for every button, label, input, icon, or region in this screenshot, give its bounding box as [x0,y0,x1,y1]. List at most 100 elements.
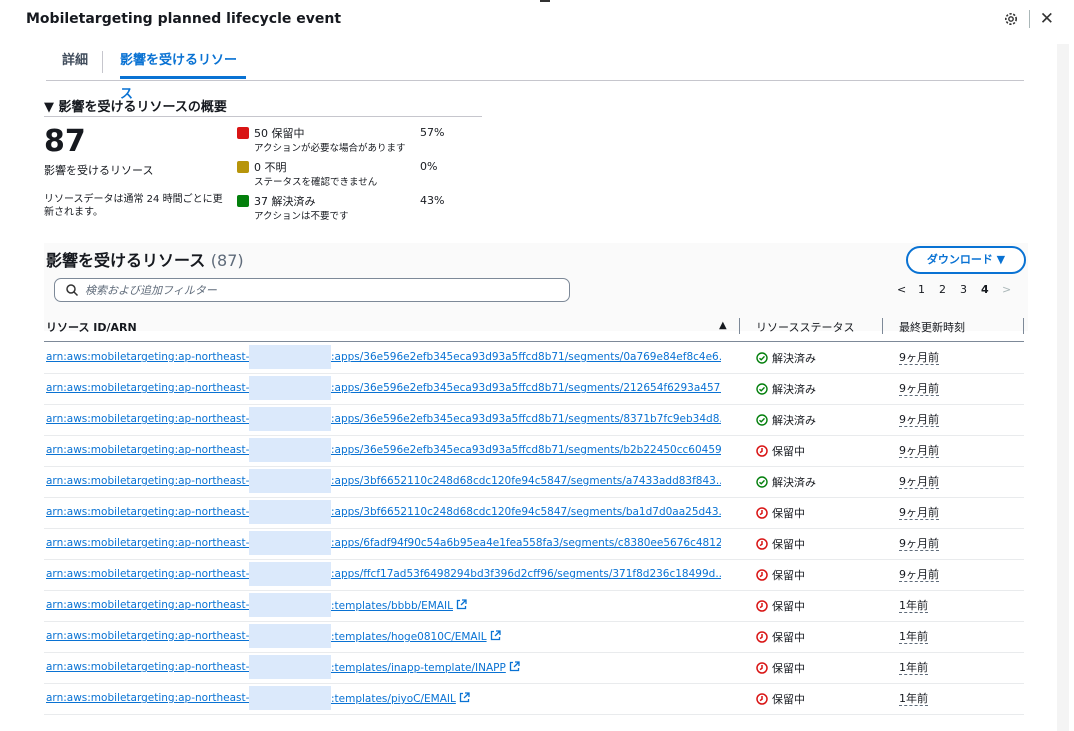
gear-icon[interactable] [1003,11,1019,27]
pagination-page-1[interactable]: 1 [918,283,939,296]
table-title: 影響を受けるリソース (87) [46,247,244,271]
resource-arn-link-suffix[interactable]: :templates/bbbb/EMAIL [331,599,721,612]
resource-arn-link-suffix[interactable]: :apps/3bf6652110c248d68cdc120fe94c5847/s… [331,506,721,518]
tab-divider [102,51,103,73]
modal-header: Mobiletargeting planned lifecycle event … [26,9,1054,31]
table-row: arn:aws:mobiletargeting:ap-northeast-1 :a… [44,342,1024,374]
stat-resolved-sub: アクションは不要です [254,211,349,222]
last-updated-time[interactable]: 9ヶ月前 [899,382,939,396]
pagination-prev-icon[interactable]: < [897,283,918,296]
external-link-icon[interactable] [509,661,520,672]
column-header-updated[interactable]: 最終更新時刻 [899,319,965,335]
resource-status: 保留中 [756,536,805,552]
summary-section-toggle[interactable]: ▼ 影響を受けるリソースの概要 [44,96,227,115]
external-link-icon[interactable] [459,692,470,703]
last-updated-time[interactable]: 9ヶ月前 [899,413,939,427]
resource-status-label: 保留中 [772,662,805,675]
resource-arn-link[interactable]: arn:aws:mobiletargeting:ap-northeast-1 [46,537,256,549]
check-circle-icon [756,352,768,364]
redacted-account-id [249,500,331,524]
last-updated-time[interactable]: 9ヶ月前 [899,444,939,458]
last-updated-time[interactable]: 9ヶ月前 [899,537,939,551]
vertical-scrollbar[interactable] [1057,44,1069,731]
search-input[interactable]: 検索および追加フィルター [54,278,570,302]
stat-unknown-label: 0 不明 [254,161,287,174]
pagination-page-2[interactable]: 2 [939,283,960,296]
pagination-page-3[interactable]: 3 [960,283,981,296]
table-row: arn:aws:mobiletargeting:ap-northeast-1 :a… [44,559,1024,591]
last-updated-time[interactable]: 1年前 [899,661,928,675]
resource-status: 保留中 [756,691,805,707]
close-icon[interactable]: ✕ [1040,11,1054,28]
window-drag-handle[interactable] [540,0,550,2]
stat-pending-label: 50 保留中 [254,127,305,140]
resource-arn-link[interactable]: arn:aws:mobiletargeting:ap-northeast-1 [46,630,256,642]
resource-arn-link[interactable]: arn:aws:mobiletargeting:ap-northeast-1 [46,661,256,673]
column-resizer[interactable] [739,318,740,334]
sort-ascending-icon[interactable]: ▲ [719,320,727,331]
resource-arn-link-suffix[interactable]: :templates/inapp-template/INAPP [331,661,721,674]
resource-arn-link-suffix[interactable]: :apps/36e596e2efb345eca93d93a5ffcd8b71/s… [331,351,721,363]
resource-arn-suffix-text: :apps/36e596e2efb345eca93d93a5ffcd8b71/s… [331,351,721,363]
resource-arn-link-suffix[interactable]: :apps/36e596e2efb345eca93d93a5ffcd8b71/s… [331,413,721,425]
tab-affected-resources[interactable]: 影響を受けるリソース [120,44,246,102]
resource-arn-link-suffix[interactable]: :apps/3bf6652110c248d68cdc120fe94c5847/s… [331,475,721,487]
resource-status-label: 保留中 [772,600,805,613]
resource-arn-link[interactable]: arn:aws:mobiletargeting:ap-northeast-1 [46,351,256,363]
download-button[interactable]: ダウンロード ▼ [906,246,1026,274]
resource-arn-link[interactable]: arn:aws:mobiletargeting:ap-northeast-1 [46,599,256,611]
table-row: arn:aws:mobiletargeting:ap-northeast-1 :t… [44,652,1024,684]
table-row: arn:aws:mobiletargeting:ap-northeast-1 :a… [44,466,1024,498]
resource-arn-link-suffix[interactable]: :templates/piyoC/EMAIL [331,692,721,705]
resource-arn-suffix-text: :apps/3bf6652110c248d68cdc120fe94c5847/s… [331,506,721,518]
last-updated-time[interactable]: 9ヶ月前 [899,351,939,365]
column-header-resource[interactable]: リソース ID/ARN [46,319,137,335]
last-updated-time[interactable]: 1年前 [899,630,928,644]
pagination-page-4[interactable]: 4 [981,283,1002,296]
redacted-account-id [249,438,331,462]
redacted-account-id [249,469,331,493]
last-updated-time[interactable]: 1年前 [899,599,928,613]
resolved-color-swatch [237,195,249,207]
resource-arn-link-suffix[interactable]: :apps/36e596e2efb345eca93d93a5ffcd8b71/s… [331,444,721,456]
stat-pending-sub: アクションが必要な場合があります [254,143,406,154]
resource-status: 保留中 [756,443,805,459]
summary-divider [44,116,482,117]
resource-arn-suffix-text: :apps/36e596e2efb345eca93d93a5ffcd8b71/s… [331,413,721,425]
column-resizer[interactable] [1023,318,1024,334]
stat-unknown-percent: 0% [420,160,438,173]
resource-arn-link[interactable]: arn:aws:mobiletargeting:ap-northeast-1 [46,506,256,518]
table-row: arn:aws:mobiletargeting:ap-northeast-1 :a… [44,404,1024,436]
resource-arn-link-suffix[interactable]: :apps/36e596e2efb345eca93d93a5ffcd8b71/s… [331,382,721,394]
external-link-icon[interactable] [456,599,467,610]
last-updated-time[interactable]: 9ヶ月前 [899,506,939,520]
pagination-next-icon[interactable]: > [1002,283,1023,296]
clock-icon [756,693,768,705]
last-updated-time[interactable]: 9ヶ月前 [899,568,939,582]
resource-arn-suffix-text: :templates/hoge0810C/EMAIL [331,631,487,643]
redacted-account-id [249,376,331,400]
check-circle-icon [756,414,768,426]
column-resizer[interactable] [882,318,883,334]
resource-arn-link-suffix[interactable]: :apps/6fadf94f90c54a6b95ea4e1fea558fa3/s… [331,537,721,549]
resource-arn-link-suffix[interactable]: :templates/hoge0810C/EMAIL [331,630,721,643]
last-updated-time[interactable]: 9ヶ月前 [899,475,939,489]
stat-resolved-percent: 43% [420,194,445,207]
resource-arn-suffix-text: :templates/bbbb/EMAIL [331,600,453,612]
last-updated-time[interactable]: 1年前 [899,692,928,706]
pending-color-swatch [237,127,249,139]
table-row: arn:aws:mobiletargeting:ap-northeast-1 :t… [44,683,1024,715]
resource-arn-link[interactable]: arn:aws:mobiletargeting:ap-northeast-1 [46,568,256,580]
resource-arn-link[interactable]: arn:aws:mobiletargeting:ap-northeast-1 [46,692,256,704]
resource-arn-link-suffix[interactable]: :apps/ffcf17ad53f6498294bd3f396d2cff96/s… [331,568,721,580]
resource-arn-link[interactable]: arn:aws:mobiletargeting:ap-northeast-1 [46,475,256,487]
tab-details[interactable]: 詳細 [62,44,88,79]
resource-arn-link[interactable]: arn:aws:mobiletargeting:ap-northeast-1 [46,382,256,394]
resource-arn-link[interactable]: arn:aws:mobiletargeting:ap-northeast-1 [46,444,256,456]
external-link-icon[interactable] [490,630,501,641]
refresh-note: リソースデータは通常 24 時間ごとに更新されます。 [44,194,223,218]
column-header-status[interactable]: リソースステータス [756,319,854,335]
resource-status-label: 保留中 [772,569,805,582]
resource-arn-link[interactable]: arn:aws:mobiletargeting:ap-northeast-1 [46,413,256,425]
resource-status-label: 解決済み [772,414,816,427]
